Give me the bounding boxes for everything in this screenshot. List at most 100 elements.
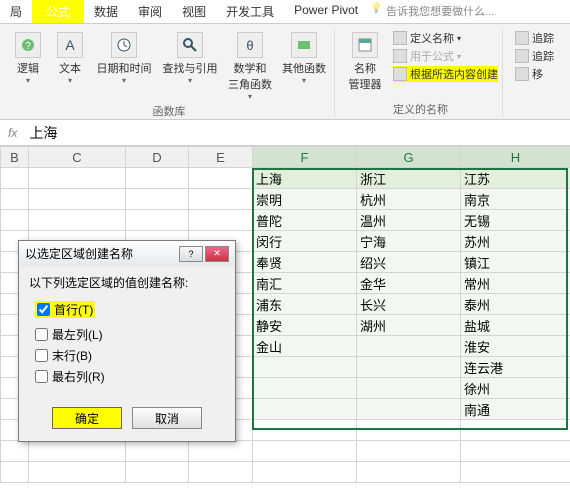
btn-trace-precedents[interactable]: 追踪 [515, 30, 554, 46]
cell[interactable] [189, 168, 253, 189]
cell[interactable] [29, 462, 126, 483]
col-header-B[interactable]: B [1, 147, 29, 168]
cell[interactable] [253, 420, 357, 441]
cell[interactable] [1, 210, 29, 231]
cell[interactable]: 浙江 [357, 168, 461, 189]
cell[interactable]: 淮安 [461, 336, 570, 357]
cell[interactable]: 湖州 [357, 315, 461, 336]
col-header-G[interactable]: G [357, 147, 461, 168]
btn-logical[interactable]: ? 逻辑▾ [8, 30, 48, 85]
dialog-close-button[interactable]: ✕ [205, 246, 229, 262]
cell[interactable]: 普陀 [253, 210, 357, 231]
cell[interactable] [357, 357, 461, 378]
cell[interactable] [461, 462, 570, 483]
formula-input[interactable] [25, 123, 570, 143]
btn-datetime[interactable]: 日期和时间▾ [92, 30, 156, 85]
cell[interactable]: 金山 [253, 336, 357, 357]
cell[interactable] [126, 441, 189, 462]
tab-data[interactable]: 数据 [84, 0, 128, 23]
cell[interactable]: 泰州 [461, 294, 570, 315]
cell[interactable] [126, 168, 189, 189]
cell[interactable] [1, 189, 29, 210]
cell[interactable] [357, 420, 461, 441]
tab-powerpivot[interactable]: Power Pivot [284, 0, 368, 23]
tab-view[interactable]: 视图 [172, 0, 216, 23]
col-header-C[interactable]: C [29, 147, 126, 168]
cell[interactable]: 宁海 [357, 231, 461, 252]
opt-left-col[interactable]: 最左列(L) [35, 326, 219, 343]
cell[interactable]: 长兴 [357, 294, 461, 315]
cell[interactable] [126, 210, 189, 231]
btn-trace-dependents[interactable]: 追踪 [515, 48, 554, 64]
cell[interactable] [357, 399, 461, 420]
opt-right-col[interactable]: 最右列(R) [35, 368, 219, 385]
cell[interactable]: 浦东 [253, 294, 357, 315]
cell[interactable] [29, 168, 126, 189]
dialog-cancel-button[interactable]: 取消 [132, 407, 202, 429]
opt-top-row[interactable]: 首行(T) [35, 301, 95, 318]
btn-text[interactable]: A 文本▾ [50, 30, 90, 85]
cell[interactable]: 温州 [357, 210, 461, 231]
btn-morefuncs[interactable]: 其他函数▾ [278, 30, 330, 85]
cell[interactable]: 盐城 [461, 315, 570, 336]
cell[interactable]: 绍兴 [357, 252, 461, 273]
cell[interactable]: 常州 [461, 273, 570, 294]
cell[interactable] [253, 357, 357, 378]
cell[interactable]: 无锡 [461, 210, 570, 231]
cell[interactable] [461, 420, 570, 441]
cell[interactable]: 连云港 [461, 357, 570, 378]
cell[interactable] [461, 441, 570, 462]
cell[interactable]: 崇明 [253, 189, 357, 210]
cell[interactable] [357, 336, 461, 357]
cell[interactable] [29, 441, 126, 462]
chk-left-col[interactable] [35, 328, 48, 341]
cell[interactable] [357, 441, 461, 462]
cell[interactable]: 徐州 [461, 378, 570, 399]
cell[interactable]: 上海 [253, 168, 357, 189]
btn-create-from-selection[interactable]: 根据所选内容创建 [393, 66, 498, 82]
cell[interactable] [1, 441, 29, 462]
opt-bottom-row[interactable]: 末行(B) [35, 347, 219, 364]
cell[interactable] [253, 378, 357, 399]
cell[interactable]: 静安 [253, 315, 357, 336]
cell[interactable]: 奉贤 [253, 252, 357, 273]
btn-define-name[interactable]: 定义名称 ▾ [393, 30, 461, 46]
btn-mathtrig[interactable]: θ 数学和 三角函数▾ [224, 30, 276, 101]
col-header-F[interactable]: F [253, 147, 357, 168]
cell[interactable]: 南汇 [253, 273, 357, 294]
tab-formulas[interactable]: 公式 [32, 0, 84, 23]
cell[interactable] [189, 462, 253, 483]
cell[interactable] [29, 189, 126, 210]
cell[interactable] [357, 378, 461, 399]
cell[interactable] [29, 210, 126, 231]
btn-remove-arrows[interactable]: 移 [515, 66, 543, 82]
cell[interactable]: 南京 [461, 189, 570, 210]
chk-right-col[interactable] [35, 370, 48, 383]
cell[interactable] [1, 462, 29, 483]
cell[interactable] [357, 462, 461, 483]
chk-bottom-row[interactable] [35, 349, 48, 362]
tab-review[interactable]: 审阅 [128, 0, 172, 23]
col-header-H[interactable]: H [461, 147, 570, 168]
cell[interactable]: 苏州 [461, 231, 570, 252]
cell[interactable] [126, 462, 189, 483]
cell[interactable] [189, 210, 253, 231]
tab-developer[interactable]: 开发工具 [216, 0, 284, 23]
cell[interactable]: 镇江 [461, 252, 570, 273]
cell[interactable] [126, 189, 189, 210]
cell[interactable] [189, 441, 253, 462]
col-header-E[interactable]: E [189, 147, 253, 168]
cell[interactable] [253, 399, 357, 420]
cell[interactable]: 江苏 [461, 168, 570, 189]
cell[interactable]: 闵行 [253, 231, 357, 252]
cell[interactable]: 南通 [461, 399, 570, 420]
btn-name-manager[interactable]: 名称 管理器 [343, 30, 387, 92]
cell[interactable] [189, 189, 253, 210]
cell[interactable] [253, 441, 357, 462]
tell-me-input[interactable]: 告诉我您想要做什么... [368, 0, 504, 23]
cell[interactable] [253, 462, 357, 483]
dialog-help-button[interactable]: ? [179, 246, 203, 262]
tab-frag-left[interactable]: 局 [0, 0, 32, 23]
fx-icon[interactable]: fx [0, 126, 25, 140]
btn-lookup[interactable]: 查找与引用▾ [158, 30, 222, 85]
